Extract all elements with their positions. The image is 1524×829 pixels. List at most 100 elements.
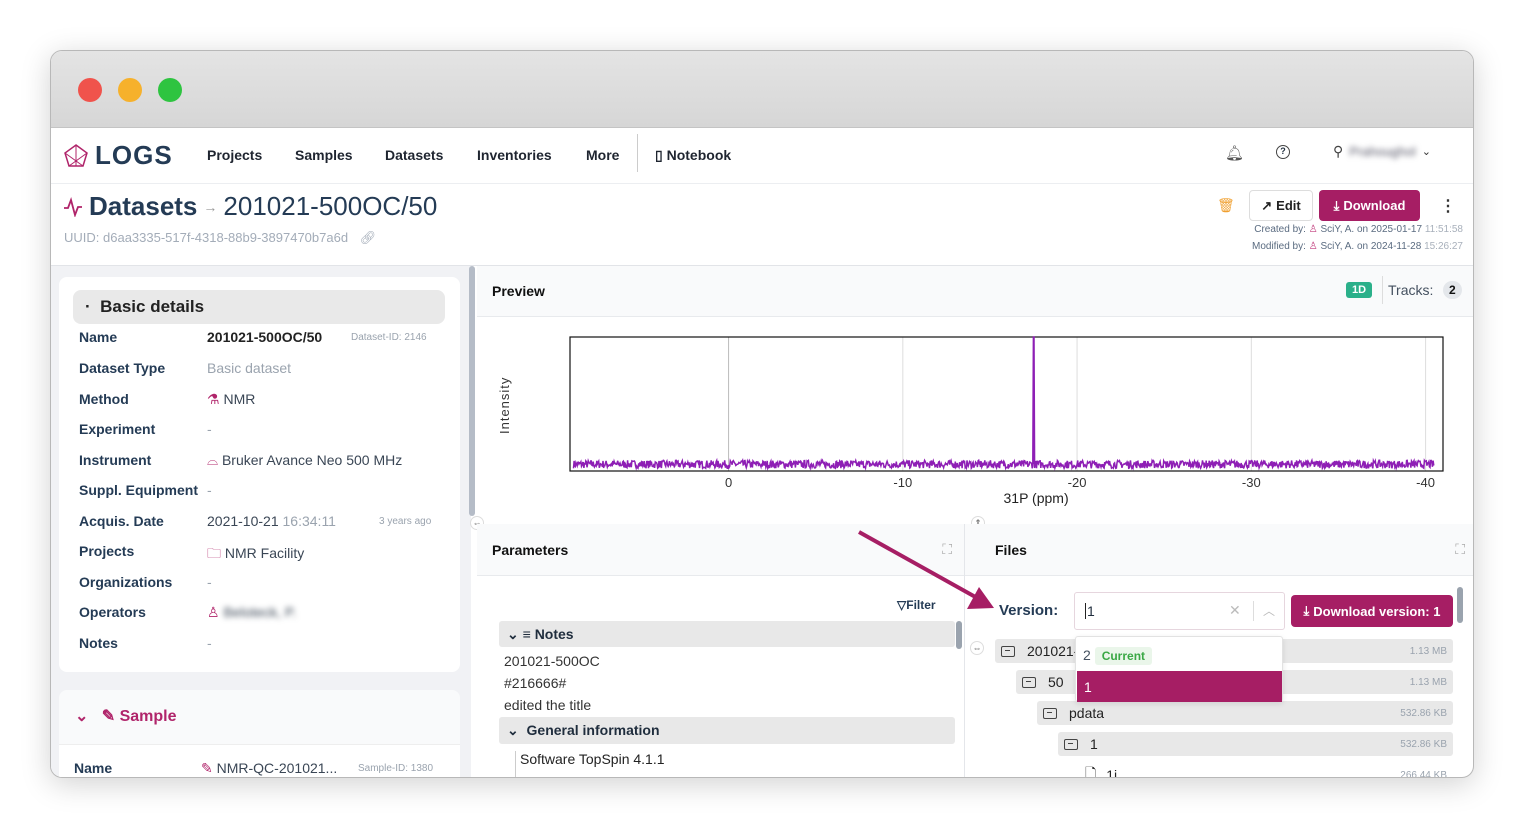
project-name: NMR Facility: [224, 545, 305, 561]
instrument-value[interactable]: ⌓ Bruker Avance Neo 500 MHz: [207, 452, 402, 469]
spectrum-chart[interactable]: 0 -10 -20 -30 -40 31P (ppm) Intensity: [477, 317, 1474, 524]
logo[interactable]: LOGS: [63, 140, 173, 171]
x-tick-label: -20: [1068, 475, 1087, 490]
sample-header[interactable]: ⌄ ✎ Sample: [75, 706, 177, 726]
clear-icon[interactable]: ✕: [1229, 602, 1241, 619]
pipette-icon: ✎: [201, 760, 213, 776]
folder-open-icon: [1043, 707, 1057, 719]
bell-icon[interactable]: 🔔︎: [1225, 144, 1244, 162]
download-version-label: Download version: 1: [1313, 603, 1441, 619]
minimize-window-button[interactable]: [118, 78, 142, 102]
top-navbar: LOGS Projects Samples Datasets Inventori…: [51, 128, 1473, 184]
nav-projects[interactable]: Projects: [207, 147, 262, 163]
tree-size: 1.13 MB: [1409, 676, 1447, 688]
created-info: Created by: ♙ SciY, A. on 2025-01-17 11:…: [1254, 224, 1463, 235]
notes-content: 201021-500OC #216666# edited the title: [504, 650, 600, 716]
x-tick-label: 0: [725, 475, 732, 490]
modified-user[interactable]: SciY, A.: [1320, 241, 1354, 252]
nav-notebook[interactable]: ▯ Notebook: [655, 147, 731, 164]
basic-details-header[interactable]: · Basic details: [73, 290, 445, 324]
created-time: 11:51:58: [1424, 224, 1463, 235]
x-tick-label: -40: [1416, 475, 1435, 490]
tree-name: 50: [1048, 674, 1064, 690]
tree-size: 266.44 KB: [1400, 769, 1447, 778]
dataset-type-label: Dataset Type: [79, 360, 166, 376]
left-panel-scrollbar[interactable]: [469, 266, 475, 516]
user-menu[interactable]: ⚲ Prahoughol ⌄: [1333, 143, 1431, 160]
created-user[interactable]: SciY, A.: [1320, 224, 1354, 235]
trash-icon[interactable]: 🗑︎: [1217, 197, 1235, 214]
tree-row-file[interactable]: 🗋 1i 266.44 KB: [1079, 763, 1453, 778]
nav-datasets[interactable]: Datasets: [385, 147, 443, 163]
parameters-title: Parameters: [492, 542, 569, 558]
uuid: UUID: d6aa3335-517f-4318-88b9-3897470b7a…: [64, 230, 376, 246]
modified-info: Modified by: ♙ SciY, A. on 2024-11-28 15…: [1252, 241, 1463, 252]
note-line: #216666#: [504, 675, 567, 691]
version-option[interactable]: 2 Current: [1076, 641, 1282, 669]
acquis-relative: 3 years ago: [379, 516, 432, 527]
note-line: 201021-500OC: [504, 653, 600, 669]
resize-handle-horizontal[interactable]: ⇔: [970, 641, 984, 655]
preview-title: Preview: [492, 283, 545, 299]
maximize-window-button[interactable]: [158, 78, 182, 102]
parameters-scrollbar[interactable]: [956, 621, 962, 649]
version-option-selected[interactable]: 1: [1077, 671, 1282, 702]
suppl-equipment-value: -: [207, 482, 212, 498]
general-info-title: General information: [526, 722, 660, 738]
tree-row-folder[interactable]: pdata 532.86 KB: [1037, 701, 1453, 725]
version-select[interactable]: 1 ✕ ︿: [1074, 592, 1285, 630]
dimension-badge: 1D: [1346, 282, 1373, 298]
user-icon: ⚲: [1333, 143, 1344, 159]
files-header: Files ⛶: [965, 524, 1473, 576]
notes-label: Notes: [79, 635, 118, 651]
modified-on: on: [1356, 241, 1369, 252]
name-label: Name: [79, 329, 118, 345]
version-input-value[interactable]: 1: [1085, 603, 1095, 619]
tree-size: 532.86 KB: [1400, 707, 1447, 719]
tree-size: 532.86 KB: [1400, 738, 1447, 750]
files-scrollbar[interactable]: [1457, 587, 1463, 623]
tree-size: 1.13 MB: [1409, 645, 1447, 657]
expand-icon[interactable]: ⛶: [1455, 541, 1465, 558]
operators-value[interactable]: ♙ Beloteck, P.: [207, 604, 296, 621]
chevron-up-icon[interactable]: ︿: [1263, 602, 1275, 619]
more-options-icon[interactable]: ⋮: [1440, 196, 1456, 216]
folder-icon: 🗀: [207, 545, 221, 561]
tree-row-folder[interactable]: 1 532.86 KB: [1058, 732, 1453, 756]
method-value[interactable]: ⚗ NMR: [207, 391, 255, 408]
modified-label: Modified by:: [1251, 241, 1306, 252]
logo-text: LOGS: [95, 140, 173, 170]
nav-inventories[interactable]: Inventories: [477, 147, 552, 163]
modified-time: 15:26:27: [1424, 241, 1463, 252]
basic-details-title: Basic details: [100, 297, 205, 316]
general-info-header[interactable]: ⌄ General information: [499, 717, 955, 744]
download-button[interactable]: ⤓ Download: [1319, 190, 1420, 221]
logo-icon: [64, 143, 88, 167]
download-version-button[interactable]: ⤓ Download version: 1: [1291, 595, 1453, 627]
preview-header: Preview 1D Tracks: 2: [477, 266, 1473, 317]
acquis-date-label: Acquis. Date: [79, 513, 164, 529]
name-value: 201021-500OC/50: [207, 329, 323, 345]
sample-name-value[interactable]: ✎ NMR-QC-201021...: [201, 760, 337, 777]
sample-name: NMR-QC-201021...: [216, 760, 338, 776]
organizations-value: -: [207, 574, 212, 590]
suppl-equipment-label: Suppl. Equipment: [79, 482, 198, 498]
help-icon[interactable]: ?: [1276, 145, 1290, 159]
user-icon: ♙: [1308, 241, 1318, 252]
link-icon[interactable]: 🔗︎: [360, 230, 377, 245]
created-on: on: [1356, 224, 1369, 235]
external-link-icon: ↗: [1261, 197, 1273, 213]
edit-button[interactable]: ↗ Edit: [1249, 190, 1313, 221]
dataset-pulse-icon: [64, 196, 82, 217]
x-tick-label: -10: [893, 475, 912, 490]
note-line: edited the title: [504, 697, 592, 713]
nav-more[interactable]: More: [586, 147, 619, 163]
projects-value[interactable]: 🗀 NMR Facility: [207, 543, 304, 567]
notes-section-header[interactable]: ⌄ ≡ Notes: [499, 621, 955, 647]
breadcrumb-datasets[interactable]: Datasets: [89, 191, 197, 222]
created-date: 2025-01-17: [1370, 224, 1423, 235]
created-label: Created by:: [1254, 224, 1306, 235]
method-label: Method: [79, 391, 129, 407]
nav-samples[interactable]: Samples: [295, 147, 353, 163]
close-window-button[interactable]: [78, 78, 102, 102]
